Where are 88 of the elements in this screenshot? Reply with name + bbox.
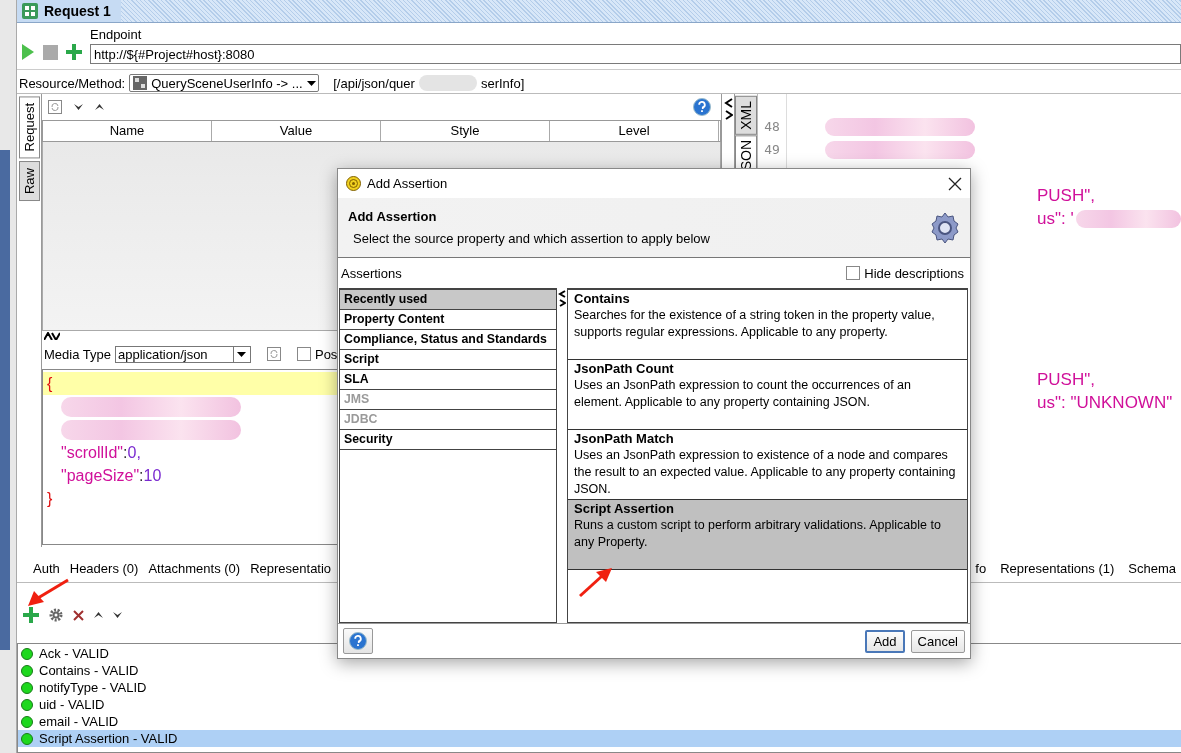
media-type-label: Media Type <box>44 346 111 362</box>
resource-path: [/api/json/quer <box>333 75 415 91</box>
status-dot-icon <box>21 681 33 694</box>
status-dot-icon <box>21 647 33 660</box>
plus-icon[interactable] <box>23 607 39 623</box>
plus-icon[interactable] <box>66 44 82 60</box>
panel-tab[interactable]: Attachments (0) <box>148 560 241 576</box>
checkbox-label: Hide descriptions <box>864 265 964 281</box>
panel-tab[interactable]: Representatio <box>250 560 332 576</box>
code-line: PUSH", <box>1037 369 1095 391</box>
method-dropdown[interactable]: QuerySceneUserInfo -> ... <box>129 74 320 92</box>
side-tab[interactable]: XML <box>735 96 757 135</box>
checkbox-label: Pos <box>314 346 338 362</box>
code-line: PUSH", <box>1037 185 1095 207</box>
chevron-down-icon[interactable] <box>113 612 122 618</box>
column-header: Value <box>212 121 381 141</box>
assertions-label: Assertions <box>341 265 402 281</box>
panel-tab[interactable]: Headers (0) <box>69 560 139 576</box>
category-item[interactable]: Property Content <box>340 310 556 330</box>
post-checkbox[interactable] <box>296 347 311 361</box>
hide-descriptions-checkbox[interactable] <box>846 266 861 280</box>
refresh-icon[interactable] <box>266 347 281 361</box>
pointer-arrow <box>578 566 614 598</box>
code-line: us": ' <box>1037 208 1074 230</box>
assertion-item[interactable]: Contains - VALID <box>18 662 1181 679</box>
help-icon[interactable] <box>349 632 367 650</box>
collapse-arrows-icon[interactable] <box>723 98 733 120</box>
line-number: 48 <box>763 118 781 136</box>
category-item[interactable]: SLA <box>340 370 556 390</box>
assertion-option[interactable]: Script Assertion Runs a custom script to perform arbitrary validations. Applicable to any Property. <box>568 500 967 570</box>
help-icon[interactable] <box>693 98 711 116</box>
category-item[interactable]: Recently used <box>340 290 556 310</box>
chevron-up-icon[interactable] <box>94 612 103 618</box>
caret-icon[interactable] <box>237 351 247 357</box>
panel-tab[interactable]: fo <box>975 560 987 576</box>
assertion-option[interactable]: JsonPath Count Uses an JsonPath expression to count the occurrences of an element. Applicable to any property containing JSON. <box>568 360 967 430</box>
code-line: "scrollId":0, <box>61 443 141 463</box>
category-item[interactable]: Script <box>340 350 556 370</box>
assertion-item[interactable]: Script Assertion - VALID <box>18 730 1181 747</box>
dialog-button[interactable]: Add <box>865 629 905 653</box>
dialog-subtitle: Select the source property and which assertion to apply below <box>352 231 711 246</box>
media-type-dropdown[interactable]: application/json <box>114 345 251 363</box>
status-dot-icon <box>21 732 33 745</box>
line-number: 49 <box>763 141 781 159</box>
chevron-down-icon[interactable] <box>74 104 83 110</box>
assertion-item[interactable]: email - VALID <box>18 713 1181 730</box>
pointer-arrow <box>26 578 70 608</box>
endpoint-label: Endpoint <box>90 27 143 44</box>
grid-icon <box>22 3 38 19</box>
status-dot-icon <box>21 698 33 711</box>
chevron-up-icon[interactable] <box>95 104 104 110</box>
dialog-heading: Add Assertion <box>348 209 438 224</box>
target-icon <box>346 176 361 191</box>
delete-icon[interactable] <box>73 609 84 621</box>
panel-tab[interactable]: Schema <box>1128 560 1176 576</box>
code-line: } <box>47 489 53 509</box>
column-header: Level <box>550 121 719 141</box>
resource-label: Resource/Method: <box>19 75 126 91</box>
resource-path: serInfo] <box>480 75 525 91</box>
dialog-title: Add Assertion <box>367 176 449 191</box>
method-icon <box>133 76 148 90</box>
collapse-arrows-icon[interactable] <box>44 332 60 340</box>
category-item[interactable]: Security <box>340 430 556 450</box>
caret-icon[interactable] <box>306 80 316 86</box>
blurred-text <box>418 75 477 91</box>
column-header: Style <box>381 121 550 141</box>
endpoint-field[interactable]: http://${#Project#host}:8080 <box>90 44 1181 64</box>
assertion-item[interactable]: uid - VALID <box>18 696 1181 713</box>
dialog-button[interactable]: Cancel <box>910 629 965 653</box>
side-tab[interactable]: Request <box>18 96 40 159</box>
category-item[interactable]: Compliance, Status and Standards <box>340 330 556 350</box>
panel-tab[interactable]: Representations (1) <box>1000 560 1115 576</box>
side-tab[interactable]: Raw <box>18 161 40 202</box>
status-dot-icon <box>21 715 33 728</box>
code-line: { <box>47 374 53 394</box>
refresh-icon[interactable] <box>48 100 62 114</box>
collapse-arrows-icon[interactable] <box>558 290 566 308</box>
settings-icon[interactable] <box>49 608 63 622</box>
help-button[interactable] <box>343 628 373 654</box>
column-header: Name <box>43 121 212 141</box>
assertion-item[interactable]: notifyType - VALID <box>18 679 1181 696</box>
code-line: us": "UNKNOWN" <box>1037 392 1173 414</box>
request-tab[interactable]: Request 1 <box>17 0 121 22</box>
panel-tab[interactable]: Auth <box>33 560 60 576</box>
code-line: "pageSize":10 <box>61 466 162 486</box>
close-icon[interactable] <box>948 176 962 191</box>
status-dot-icon <box>21 664 33 677</box>
assertion-option[interactable]: Contains Searches for the existence of a string token in the property value, supports regular expressions. Applicable to any property. <box>568 290 967 360</box>
